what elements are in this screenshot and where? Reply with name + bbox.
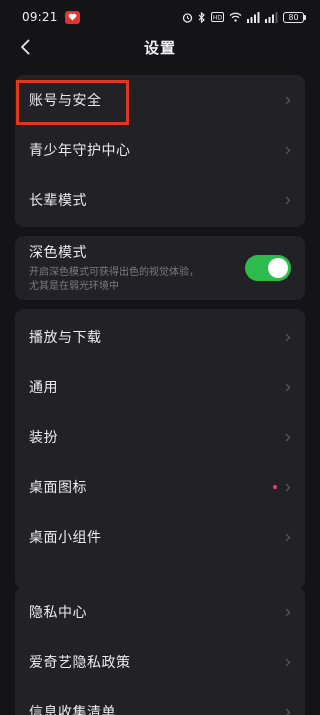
dark-mode-description: 尤其是在弱光环境中 bbox=[29, 281, 119, 292]
battery-level: 80 bbox=[283, 11, 304, 23]
general-item[interactable]: 通用 bbox=[15, 362, 305, 412]
chevron-right-icon bbox=[285, 483, 291, 491]
chevron-left-icon bbox=[21, 39, 30, 55]
bluetooth-icon bbox=[198, 11, 205, 23]
item-label: 信息收集清单 bbox=[29, 705, 116, 715]
header: 设置 bbox=[0, 34, 320, 60]
hd-icon: HD bbox=[211, 12, 224, 22]
desktop-widget-item[interactable]: 桌面小组件 bbox=[15, 512, 305, 562]
dark-mode-item: 深色模式 开启深色模式可获得出色的视觉体验， 尤其是在弱光环境中 bbox=[15, 236, 305, 300]
page-title: 设置 bbox=[143, 38, 176, 57]
battery-icon: 80 bbox=[283, 11, 306, 23]
chevron-right-icon bbox=[285, 146, 291, 154]
signal-icon bbox=[247, 11, 260, 23]
chevron-right-icon bbox=[285, 433, 291, 441]
privacy-policy-item[interactable]: 爱奇艺隐私政策 bbox=[15, 637, 305, 687]
chevron-right-icon bbox=[285, 658, 291, 666]
svg-text:HD: HD bbox=[213, 15, 223, 22]
item-label: 爱奇艺隐私政策 bbox=[29, 655, 131, 671]
status-time: 09:21 bbox=[22, 10, 58, 24]
back-button[interactable] bbox=[14, 36, 36, 58]
settings-group-account: 账号与安全 青少年守护中心 长辈模式 bbox=[15, 75, 305, 227]
youth-protection-item[interactable]: 青少年守护中心 bbox=[15, 125, 305, 175]
item-label: 装扮 bbox=[29, 430, 58, 446]
info-collection-list-item[interactable]: 信息收集清单 bbox=[15, 687, 305, 715]
chevron-right-icon bbox=[285, 383, 291, 391]
privacy-center-item[interactable]: 隐私中心 bbox=[15, 587, 305, 637]
chevron-right-icon bbox=[285, 533, 291, 541]
status-bar: 09:21 HD 80 bbox=[0, 0, 320, 34]
item-label: 长辈模式 bbox=[29, 193, 87, 209]
item-label: 桌面小组件 bbox=[29, 530, 102, 546]
dark-mode-title: 深色模式 bbox=[29, 245, 87, 261]
toggle-knob bbox=[268, 258, 288, 278]
settings-group-general: 播放与下载 通用 装扮 桌面图标 桌面小组件 bbox=[15, 309, 305, 589]
item-label: 隐私中心 bbox=[29, 605, 87, 621]
item-label: 账号与安全 bbox=[29, 93, 102, 109]
chevron-right-icon bbox=[285, 333, 291, 341]
chevron-right-icon bbox=[285, 608, 291, 616]
playback-download-item[interactable]: 播放与下载 bbox=[15, 312, 305, 362]
wifi-icon bbox=[229, 12, 242, 22]
red-dot-badge bbox=[273, 485, 277, 489]
theme-item[interactable]: 装扮 bbox=[15, 412, 305, 462]
chevron-right-icon bbox=[285, 196, 291, 204]
dark-mode-description: 开启深色模式可获得出色的视觉体验， bbox=[29, 267, 199, 278]
chevron-right-icon bbox=[285, 96, 291, 104]
signal-icon bbox=[265, 11, 278, 23]
alarm-icon bbox=[182, 12, 193, 23]
settings-group-dark-mode: 深色模式 开启深色模式可获得出色的视觉体验， 尤其是在弱光环境中 bbox=[15, 236, 305, 300]
desktop-icon-item[interactable]: 桌面图标 bbox=[15, 462, 305, 512]
item-label: 桌面图标 bbox=[29, 480, 87, 496]
elder-mode-item[interactable]: 长辈模式 bbox=[15, 175, 305, 225]
account-security-item[interactable]: 账号与安全 bbox=[15, 75, 305, 125]
item-label: 播放与下载 bbox=[29, 330, 102, 346]
item-label: 青少年守护中心 bbox=[29, 143, 131, 159]
item-label: 通用 bbox=[29, 380, 58, 396]
status-icons: HD 80 bbox=[182, 11, 306, 23]
app-notification-icon bbox=[64, 10, 80, 24]
chevron-right-icon bbox=[285, 708, 291, 715]
settings-group-privacy: 隐私中心 爱奇艺隐私政策 信息收集清单 bbox=[15, 587, 305, 715]
dark-mode-toggle[interactable] bbox=[245, 255, 291, 281]
